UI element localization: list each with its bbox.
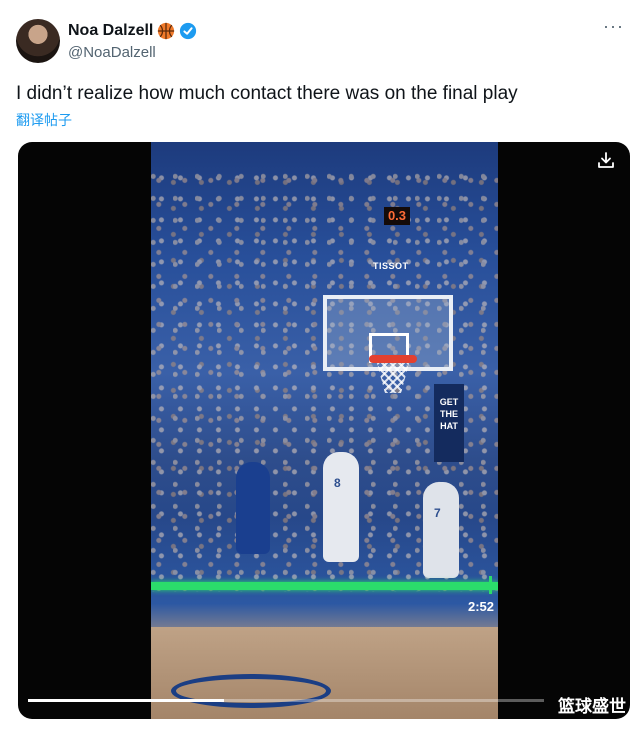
display-name[interactable]: Noa Dalzell xyxy=(68,22,153,40)
video-progress-bar[interactable] xyxy=(28,699,544,702)
video-frame[interactable]: 0.3 TISSOT GET THE HAT 8 7 2:52 xyxy=(151,142,498,719)
post-header: Noa Dalzell @NoaDalzell ··· xyxy=(16,16,624,68)
download-icon[interactable] xyxy=(596,150,616,170)
translate-post-link[interactable]: 翻译帖子 xyxy=(16,110,72,130)
video-player[interactable]: 0.3 TISSOT GET THE HAT 8 7 2:52 篮球盛世 xyxy=(18,142,630,719)
sponsor-logo: TISSOT xyxy=(373,261,409,271)
jersey-number-left: 8 xyxy=(334,476,341,490)
user-handle[interactable]: @NoaDalzell xyxy=(68,44,156,61)
video-timestamp: 2:52 xyxy=(467,599,494,614)
jersey-number-right: 7 xyxy=(434,506,441,520)
court-floor xyxy=(151,627,498,719)
video-progress-fill xyxy=(28,699,225,702)
video-timeline-line xyxy=(151,582,498,590)
name-row: Noa Dalzell xyxy=(68,22,197,40)
shot-clock: 0.3 xyxy=(384,207,410,225)
player-left: 8 xyxy=(323,452,359,562)
crowd-sign: GET THE HAT xyxy=(434,384,464,462)
tweet-text: I didn’t realize how much contact there … xyxy=(16,83,518,104)
court-logo xyxy=(171,674,331,708)
basketball-icon xyxy=(158,22,175,40)
player-defender xyxy=(236,462,270,554)
verified-icon xyxy=(180,22,197,40)
watermark: 篮球盛世 xyxy=(558,697,626,716)
more-icon[interactable]: ··· xyxy=(603,16,624,37)
avatar[interactable] xyxy=(16,19,60,63)
timeline-marker xyxy=(489,576,492,594)
rim xyxy=(369,355,417,363)
player-right: 7 xyxy=(423,482,459,578)
